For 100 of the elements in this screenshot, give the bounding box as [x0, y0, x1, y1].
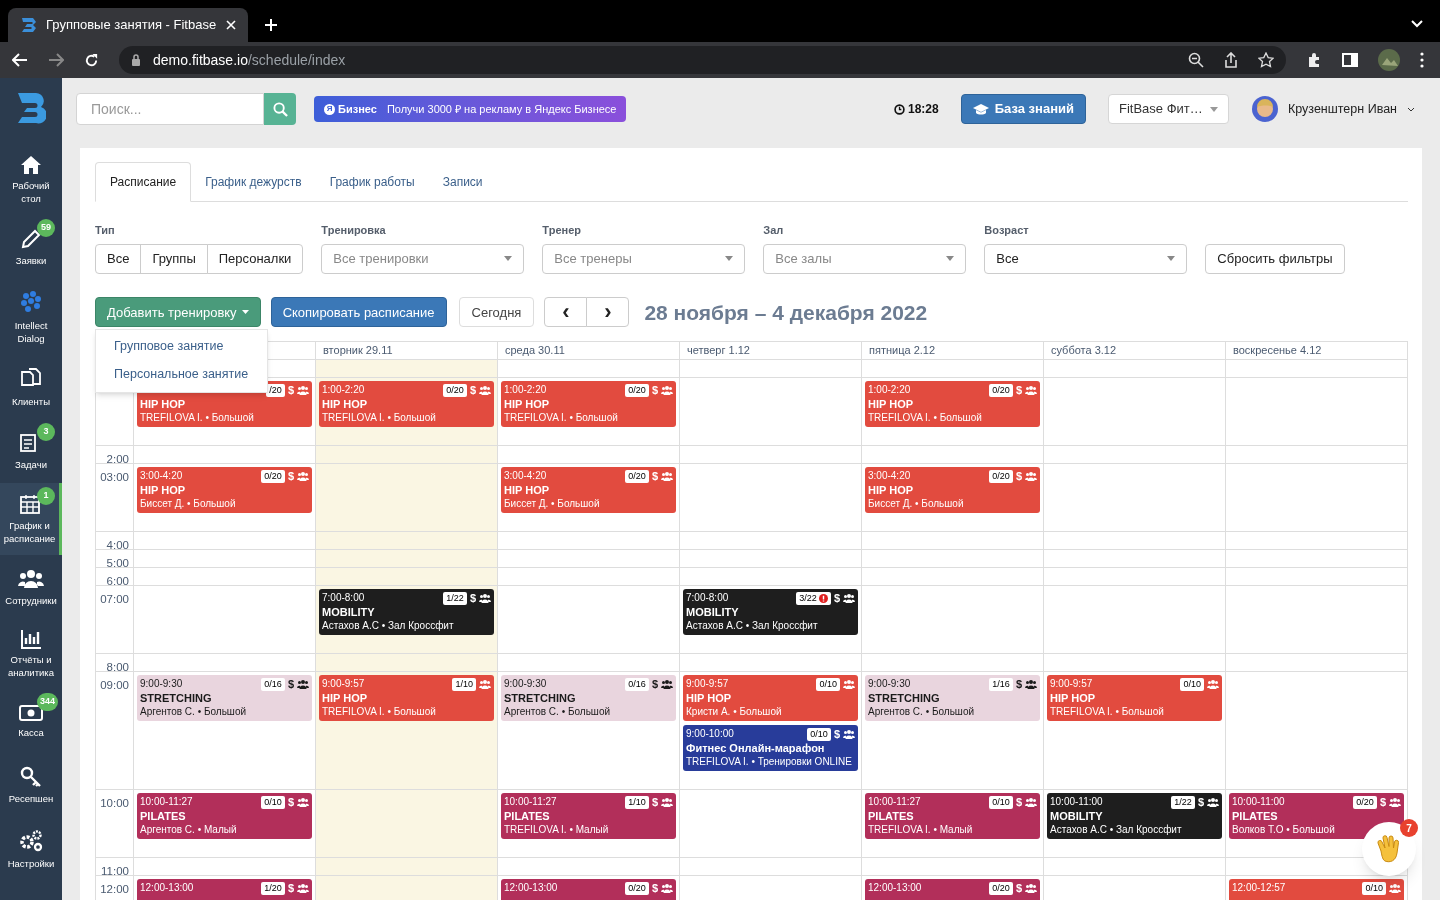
sidebar-item[interactable]: Отчёты и аналитика: [0, 619, 62, 689]
copy-schedule-button[interactable]: Скопировать расписание: [270, 297, 447, 328]
event-card[interactable]: 9:00-9:30 0/16 $ STRETCHING Аргентов С. • Большой: [501, 675, 676, 721]
calendar-cell[interactable]: 10:00-11:27 1/10 $ PILATES TREFILOVA I. • Малый: [498, 790, 680, 858]
sidebar-item[interactable]: Клиенты: [0, 355, 62, 419]
calendar-cell[interactable]: 9:00-9:57 0/10 HIP HOP TREFILOVA I. • Большой: [1044, 672, 1226, 790]
calendar-cell[interactable]: 7:00-8:00 1/22 $ MOBILITY Астахов А.С • Зал Кроссфит: [316, 586, 498, 654]
attendance-count: 0/20: [989, 469, 1013, 483]
calendar-cell[interactable]: 1:00-2:20 0/20 $ HIP HOP TREFILOVA I. • Большой: [316, 378, 498, 446]
sidebar-item[interactable]: График и расписание 1: [0, 483, 62, 555]
event-card[interactable]: 3:00-4:20 0/20 $ HIP HOP Биссет Д. • Большой: [865, 467, 1040, 513]
filter-option[interactable]: Персоналки: [206, 243, 304, 274]
event-card[interactable]: 1:00-2:20 0/20 $ HIP HOP TREFILOVA I. • Большой: [319, 381, 494, 427]
filter-select[interactable]: Все: [984, 243, 1188, 274]
price-mark: $: [833, 591, 840, 605]
event-title: HIP HOP: [504, 397, 551, 411]
url-text: demo.fitbase.io/schedule/index: [153, 50, 346, 70]
event-card[interactable]: 3:00-4:20 0/20 $ HIP HOP Биссет Д. • Большой: [501, 467, 676, 513]
event-card[interactable]: 9:00-9:30 0/16 $ STRETCHING Аргентов С. • Большой: [137, 675, 312, 721]
promo-banner[interactable]: Я Бизнес Получи 3000 ₽ на рекламу в Яндекс Бизнесе: [314, 96, 627, 122]
event-card[interactable]: 9:00-10:00 0/10 $ Фитнес Онлайн-марафон TREFILOVA I. • Тренировки ONLINE: [683, 725, 858, 771]
sidebar-item[interactable]: Настройки: [0, 817, 62, 881]
menu-item[interactable]: Групповое занятие: [96, 332, 267, 361]
knowledge-base-button[interactable]: База знаний: [960, 94, 1086, 124]
event-card[interactable]: 10:00-11:27 0/10 $ PILATES Аргентов С. • Малый: [137, 793, 312, 839]
next-week-button[interactable]: ›: [586, 297, 630, 328]
filter-select[interactable]: Все залы: [763, 243, 967, 274]
calendar-cell[interactable]: 10:00-11:27 0/10 $ PILATES TREFILOVA I. • Малый: [862, 790, 1044, 858]
calendar-cell[interactable]: 7:00-8:00 3/22 $ MOBILITY Астахов А.С • Зал Кроссфит: [680, 586, 862, 654]
attendance-count: /20: [266, 383, 285, 397]
filter-select[interactable]: Все тренировки: [321, 243, 525, 274]
event-card[interactable]: 10:00-11:00 0/20 $ PILATES Волков Т.О • Большой: [1229, 793, 1404, 839]
event-card[interactable]: 7:00-8:00 3/22 $ MOBILITY Астахов А.С • Зал Кроссфит: [683, 589, 858, 635]
calendar-cell[interactable]: 1:00-2:20 0/20 $ HIP HOP TREFILOVA I. • Большой: [862, 378, 1044, 446]
event-title: STRETCHING: [868, 691, 941, 705]
price-mark: $: [1015, 383, 1022, 397]
calendar-cell[interactable]: 3:00-4:20 0/20 $ HIP HOP Биссет Д. • Большой: [498, 464, 680, 532]
event-title: HIP HOP: [322, 691, 369, 705]
sidebar-item[interactable]: Рабочий стол: [0, 145, 62, 215]
event-card[interactable]: 3:00-4:20 0/20 $ HIP HOP Биссет Д. • Большой: [137, 467, 312, 513]
calendar-cell[interactable]: 9:00-9:30 0/16 $ STRETCHING Аргентов С. • Большой: [134, 672, 316, 790]
previous-week-button[interactable]: ‹: [544, 297, 588, 328]
user-menu[interactable]: Крузенштерн Иван: [1251, 96, 1415, 122]
sidebar-item[interactable]: Ресепшен: [0, 753, 62, 817]
event-title: MOBILITY: [686, 605, 740, 619]
calendar-cell[interactable]: 9:00-9:57 1/10 HIP HOP TREFILOVA I. • Большой: [316, 672, 498, 790]
tab[interactable]: Записи: [428, 162, 497, 201]
calendar-cell[interactable]: 3:00-4:20 0/20 $ HIP HOP Биссет Д. • Большой: [862, 464, 1044, 532]
promo-logo: Бизнес: [338, 101, 377, 117]
event-card[interactable]: 9:00-9:57 1/10 HIP HOP TREFILOVA I. • Большой: [319, 675, 494, 721]
tab[interactable]: График работы: [315, 162, 429, 201]
reset-filters-button[interactable]: Сбросить фильтры: [1205, 243, 1345, 274]
calendar-cell[interactable]: 9:00-9:30 0/16 $ STRETCHING Аргентов С. • Большой: [498, 672, 680, 790]
calendar-cell[interactable]: 3:00-4:20 0/20 $ HIP HOP Биссет Д. • Большой: [134, 464, 316, 532]
filter-option[interactable]: Все: [95, 243, 142, 274]
event-title: PILATES: [504, 809, 551, 823]
promo-text: Получи 3000 ₽ на рекламу в Яндекс Бизнесе: [386, 101, 617, 117]
event-title: PILATES: [1232, 809, 1279, 823]
event-time: 9:00-9:30: [868, 677, 912, 691]
event-card[interactable]: 9:00-9:57 0/10 HIP HOP TREFILOVA I. • Большой: [1047, 675, 1222, 721]
browser-tab[interactable]: Групповые занятия - Fitbase: [8, 8, 248, 42]
sidebar-item[interactable]: Задачи 3: [0, 419, 62, 483]
event-time: 9:00-9:57: [686, 677, 730, 691]
event-card[interactable]: 7:00-8:00 1/22 $ MOBILITY Астахов А.С • Зал Кроссфит: [319, 589, 494, 635]
sidebar-item[interactable]: Intellect Dialog: [0, 279, 62, 355]
attendance-count: 1/16: [989, 677, 1013, 691]
event-title: Фитнес Онлайн-марафон: [686, 741, 826, 755]
event-time: 1:00-2:20: [322, 383, 366, 397]
calendar-cell[interactable]: 9:00-9:30 1/16 $ STRETCHING Аргентов С. • Большой: [862, 672, 1044, 790]
filter-select[interactable]: Все тренеры: [542, 243, 746, 274]
tab[interactable]: График дежурств: [191, 162, 316, 201]
today-button[interactable]: Сегодня: [458, 297, 535, 328]
calendar-cell[interactable]: 10:00-11:27 0/10 $ PILATES Аргентов С. • Малый: [134, 790, 316, 858]
event-card[interactable]: 1:00-2:20 0/20 $ HIP HOP TREFILOVA I. • Большой: [865, 381, 1040, 427]
attendance-count: 1/20: [261, 881, 285, 895]
sidebar-item[interactable]: Заявки 59: [0, 215, 62, 279]
event-card[interactable]: 9:00-9:57 0/10 HIP HOP Кристи А. • Большой: [683, 675, 858, 721]
event-time: 7:00-8:00: [322, 591, 366, 605]
event-card[interactable]: 10:00-11:27 1/10 $ PILATES TREFILOVA I. • Малый: [501, 793, 676, 839]
club-select[interactable]: FitBase Фит…: [1107, 94, 1229, 124]
event-time: 12:00-13:00: [140, 881, 195, 895]
event-details: TREFILOVA I. • Большой: [322, 411, 437, 425]
attendance-count: 0/20: [989, 383, 1013, 397]
calendar-cell[interactable]: 10:00-11:00 1/22 $ MOBILITY Астахов А.С • Зал Кроссфит: [1044, 790, 1226, 858]
sidebar-item[interactable]: Сотрудники: [0, 555, 62, 619]
address-bar[interactable]: demo.fitbase.io/schedule/index: [119, 46, 1286, 74]
event-card[interactable]: 1:00-2:20 0/20 $ HIP HOP TREFILOVA I. • Большой: [501, 381, 676, 427]
event-time: 12:00-13:00: [868, 881, 923, 895]
event-card[interactable]: 10:00-11:00 1/22 $ MOBILITY Астахов А.С • Зал Кроссфит: [1047, 793, 1222, 839]
event-card[interactable]: 9:00-9:30 1/16 $ STRETCHING Аргентов С. • Большой: [865, 675, 1040, 721]
tab[interactable]: Расписание: [95, 162, 192, 202]
attendance-count: 0/10: [261, 795, 285, 809]
calendar-cell[interactable]: 1:00-2:20 0/20 $ HIP HOP TREFILOVA I. • Большой: [498, 378, 680, 446]
event-card[interactable]: 10:00-11:27 0/10 $ PILATES TREFILOVA I. • Малый: [865, 793, 1040, 839]
event-details: Астахов А.С • Зал Кроссфит: [686, 619, 819, 633]
filter-option[interactable]: Группы: [140, 243, 208, 274]
search-field[interactable]: Поиск...: [76, 93, 264, 125]
event-time: 10:00-11:27: [140, 795, 194, 809]
calendar-cell[interactable]: 9:00-9:57 0/10 HIP HOP Кристи А. • Большой 9:00-10:00 0/10 $ Фитнес Онлайн-марафон TREFILOVA I. • Тренировки ONLINE: [680, 672, 862, 790]
sidebar-item[interactable]: Касса 344: [0, 689, 62, 753]
